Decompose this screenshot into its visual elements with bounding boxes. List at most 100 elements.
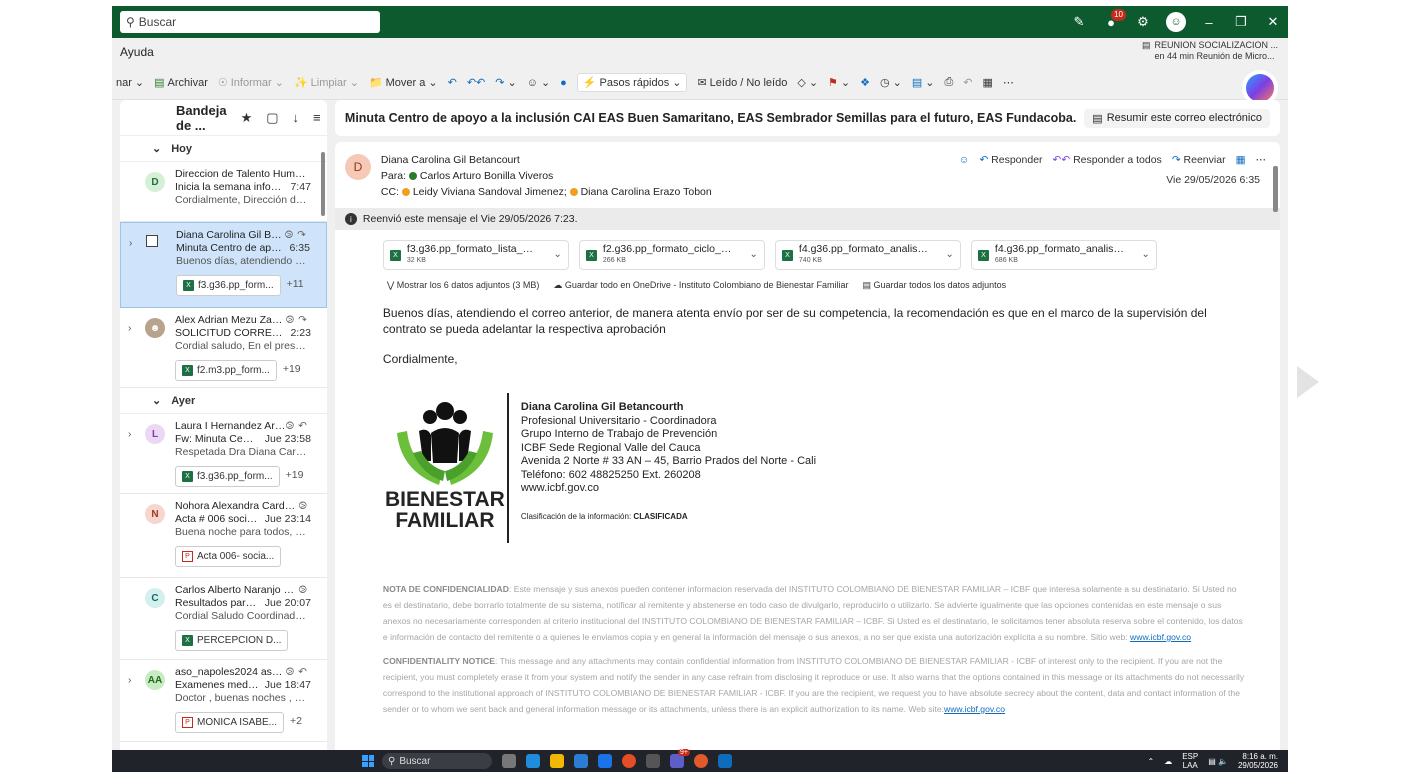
emoji-icon[interactable]: ☺ bbox=[959, 152, 970, 168]
outlook-app-icon[interactable] bbox=[598, 754, 612, 768]
clock[interactable]: 8:16 a. m. 29/05/2026 bbox=[1238, 752, 1278, 770]
move-to-button[interactable]: 📁 Mover a ⌄ bbox=[369, 76, 438, 90]
rules-button[interactable]: ▤ ⌄ bbox=[912, 76, 935, 89]
select-icon[interactable]: ▢ bbox=[266, 110, 278, 126]
filter-icon[interactable]: ≡ bbox=[313, 110, 321, 125]
attachment-chip[interactable]: Xf3.g36.pp_form... bbox=[176, 275, 281, 296]
archive-button[interactable]: ▤ Archivar bbox=[154, 76, 208, 90]
reply-all-button[interactable]: ↶↶ Responder a todos bbox=[1053, 152, 1162, 168]
close-icon[interactable]: ✕ bbox=[1264, 13, 1282, 31]
attachment-card[interactable]: Xf2.g36.pp_formato_ciclo_de_... 266 KB ⌄ bbox=[578, 240, 765, 270]
pin-button[interactable]: ❖ bbox=[860, 76, 870, 89]
attachment-chip[interactable]: Xf3.g36.pp_form... bbox=[175, 466, 280, 487]
snooze-button[interactable]: ◷ ⌄ bbox=[880, 76, 902, 89]
group-yesterday[interactable]: ⌄ Ayer bbox=[120, 388, 327, 414]
sort-icon[interactable]: ↓ bbox=[293, 110, 300, 125]
system-tray: ⌃ ☁ ESP LAA ▤ 🔈 8:16 a. m. 29/05/2026 bbox=[1147, 752, 1278, 770]
chevron-right-icon[interactable]: › bbox=[128, 428, 131, 441]
attachment-chip[interactable]: P Acta 006- socia... bbox=[175, 546, 282, 567]
flag-button[interactable]: ⚑ ⌄ bbox=[828, 76, 850, 89]
clean-button[interactable]: ✨ Limpiar ⌄ bbox=[294, 76, 359, 90]
icbf-link[interactable]: www.icbf.gov.co bbox=[944, 704, 1005, 714]
read-unread-button[interactable]: ✉ Leído / No leído bbox=[697, 76, 787, 90]
teams-app-icon[interactable]: 9+ bbox=[670, 749, 690, 768]
undo-button[interactable]: ↶ bbox=[963, 76, 972, 89]
windows-start-icon[interactable] bbox=[362, 755, 374, 767]
quick-steps-button[interactable]: ⚡ Pasos rápidos ⌄ bbox=[576, 73, 688, 92]
list-item[interactable]: › L Laura I Hernandez Arrieta; ...⧁↶ Fw:… bbox=[120, 414, 327, 494]
store-icon[interactable] bbox=[574, 754, 588, 768]
reply-icon: ↶ bbox=[979, 154, 989, 166]
folder-name[interactable]: Bandeja de ... bbox=[176, 103, 227, 133]
report-button[interactable]: ☉ Informar ⌄ bbox=[218, 76, 284, 90]
copilot-app-icon[interactable] bbox=[526, 754, 540, 768]
forward-button[interactable]: ↷ Reenviar bbox=[1172, 152, 1226, 168]
view-button[interactable]: ▦ bbox=[982, 76, 992, 89]
chevron-down-icon[interactable]: ⌄ bbox=[946, 249, 954, 260]
minimize-icon[interactable]: – bbox=[1200, 13, 1218, 31]
tag-button[interactable]: ◇ ⌄ bbox=[797, 76, 818, 89]
task-view-icon[interactable] bbox=[502, 754, 516, 768]
app-icon[interactable] bbox=[646, 754, 660, 768]
teams-button[interactable]: ● bbox=[560, 77, 567, 89]
list-item[interactable]: N Nohora Alexandra Cardona Lo...⧁ Acta #… bbox=[120, 494, 327, 578]
apps-icon[interactable]: ▦ bbox=[1236, 152, 1246, 168]
star-icon[interactable]: ★ bbox=[241, 110, 253, 126]
reply-button[interactable]: ↶ bbox=[448, 76, 457, 89]
group-today[interactable]: ⌄ Hoy bbox=[120, 136, 327, 162]
copilot-button[interactable] bbox=[1246, 74, 1274, 102]
reading-scrollbar[interactable] bbox=[1273, 166, 1278, 212]
notifications-icon[interactable]: ● 10 bbox=[1102, 9, 1126, 31]
list-scrollbar[interactable] bbox=[320, 152, 325, 216]
account-icon[interactable]: ☺ bbox=[1166, 12, 1186, 32]
forward-button[interactable]: ↷ ⌄ bbox=[495, 76, 516, 89]
search-box[interactable]: ⚲ Buscar bbox=[120, 11, 380, 33]
cut-button[interactable]: nar ⌄ bbox=[116, 76, 144, 90]
save-all-link[interactable]: ▤ Guardar todos los datos adjuntos bbox=[863, 280, 1007, 291]
print-button[interactable]: ⎙ bbox=[944, 76, 953, 89]
attachment-card[interactable]: Xf4.g36.pp_formato_analisis_d...740 KB⌄ bbox=[774, 240, 961, 270]
chevron-right-icon[interactable]: › bbox=[128, 674, 131, 687]
list-item[interactable]: D Direccion de Talento Humano Inicia la … bbox=[120, 162, 327, 222]
firefox-icon[interactable] bbox=[694, 754, 708, 768]
more-icon[interactable]: ⋯ bbox=[1256, 152, 1267, 168]
reply-all-button[interactable]: ↶↶ bbox=[467, 76, 485, 89]
chevron-down-icon[interactable]: ⌄ bbox=[750, 249, 758, 260]
list-item-selected[interactable]: › Diana Carolina Gil Betanco...⧁↷ Minuta… bbox=[120, 222, 327, 308]
outlook-new-icon[interactable] bbox=[718, 754, 732, 768]
emoji-button[interactable]: ☺ ⌄ bbox=[527, 76, 550, 90]
network-icon[interactable]: ☁ bbox=[1164, 757, 1172, 766]
select-checkbox[interactable] bbox=[146, 235, 158, 247]
more-options-button[interactable]: ⋯ bbox=[1003, 76, 1014, 89]
summarize-button[interactable]: ▤ Resumir este correo electrónico bbox=[1084, 108, 1270, 128]
message-list: Bandeja de ... ★ ▢ ↓ ≡ ⇅ ⌄Hoy D Direccio… bbox=[120, 100, 327, 750]
taskbar-search[interactable]: ⚲ Buscar bbox=[382, 753, 492, 769]
settings-icon[interactable]: ⚙ bbox=[1134, 13, 1152, 31]
menu-help[interactable]: Ayuda bbox=[120, 45, 154, 59]
icbf-link[interactable]: www.icbf.gov.co bbox=[1130, 632, 1191, 642]
file-explorer-icon[interactable] bbox=[550, 754, 564, 768]
volume-icon[interactable]: ▤ 🔈 bbox=[1208, 757, 1228, 766]
attachment-card[interactable]: Xf4.g36.pp_formato_analisis_d...686 KB⌄ bbox=[970, 240, 1157, 270]
chevron-down-icon[interactable]: ⌄ bbox=[1142, 249, 1150, 260]
chrome-icon[interactable] bbox=[622, 754, 636, 768]
restore-icon[interactable]: ❐ bbox=[1232, 13, 1250, 31]
meeting-reminder[interactable]: ▤ REUNION SOCIALIZACION ... en 44 min Re… bbox=[1142, 40, 1278, 62]
show-all-attachments-link[interactable]: ⋁ Mostrar los 6 datos adjuntos (3 MB) bbox=[387, 280, 539, 291]
attachment-card[interactable]: Xf3.g36.pp_formato_lista_de_i... 32 KB ⌄ bbox=[382, 240, 569, 270]
language-indicator[interactable]: ESP LAA bbox=[1182, 752, 1198, 770]
attachment-chip[interactable]: Xf2.m3.pp_form... bbox=[175, 360, 277, 381]
attachment-chip[interactable]: P MONICA ISABE... bbox=[175, 712, 285, 733]
save-onedrive-link[interactable]: ☁ Guardar todo en OneDrive - Instituto C… bbox=[553, 280, 848, 291]
chevron-right-icon[interactable]: › bbox=[128, 322, 131, 335]
list-item[interactable]: C Carlos Alberto Naranjo Borrero⧁ Result… bbox=[120, 578, 327, 660]
list-item[interactable]: › ☻ Alex Adrian Mezu Zamora; ...⧁↷ SOLIC… bbox=[120, 308, 327, 388]
list-item[interactable]: › AA aso_napoles2024 asociacion⧁↶ Examen… bbox=[120, 660, 327, 742]
chevron-up-icon[interactable]: ⌃ bbox=[1147, 757, 1154, 766]
chevron-down-icon[interactable]: ⌄ bbox=[554, 249, 562, 260]
chevron-right-icon[interactable]: › bbox=[129, 237, 132, 250]
signature-website[interactable]: www.icbf.gov.co bbox=[521, 482, 816, 496]
reply-button[interactable]: ↶ Responder bbox=[979, 152, 1042, 168]
feedback-icon[interactable]: ✎ bbox=[1070, 13, 1088, 31]
attachment-chip[interactable]: X PERCEPCION D... bbox=[175, 630, 289, 651]
